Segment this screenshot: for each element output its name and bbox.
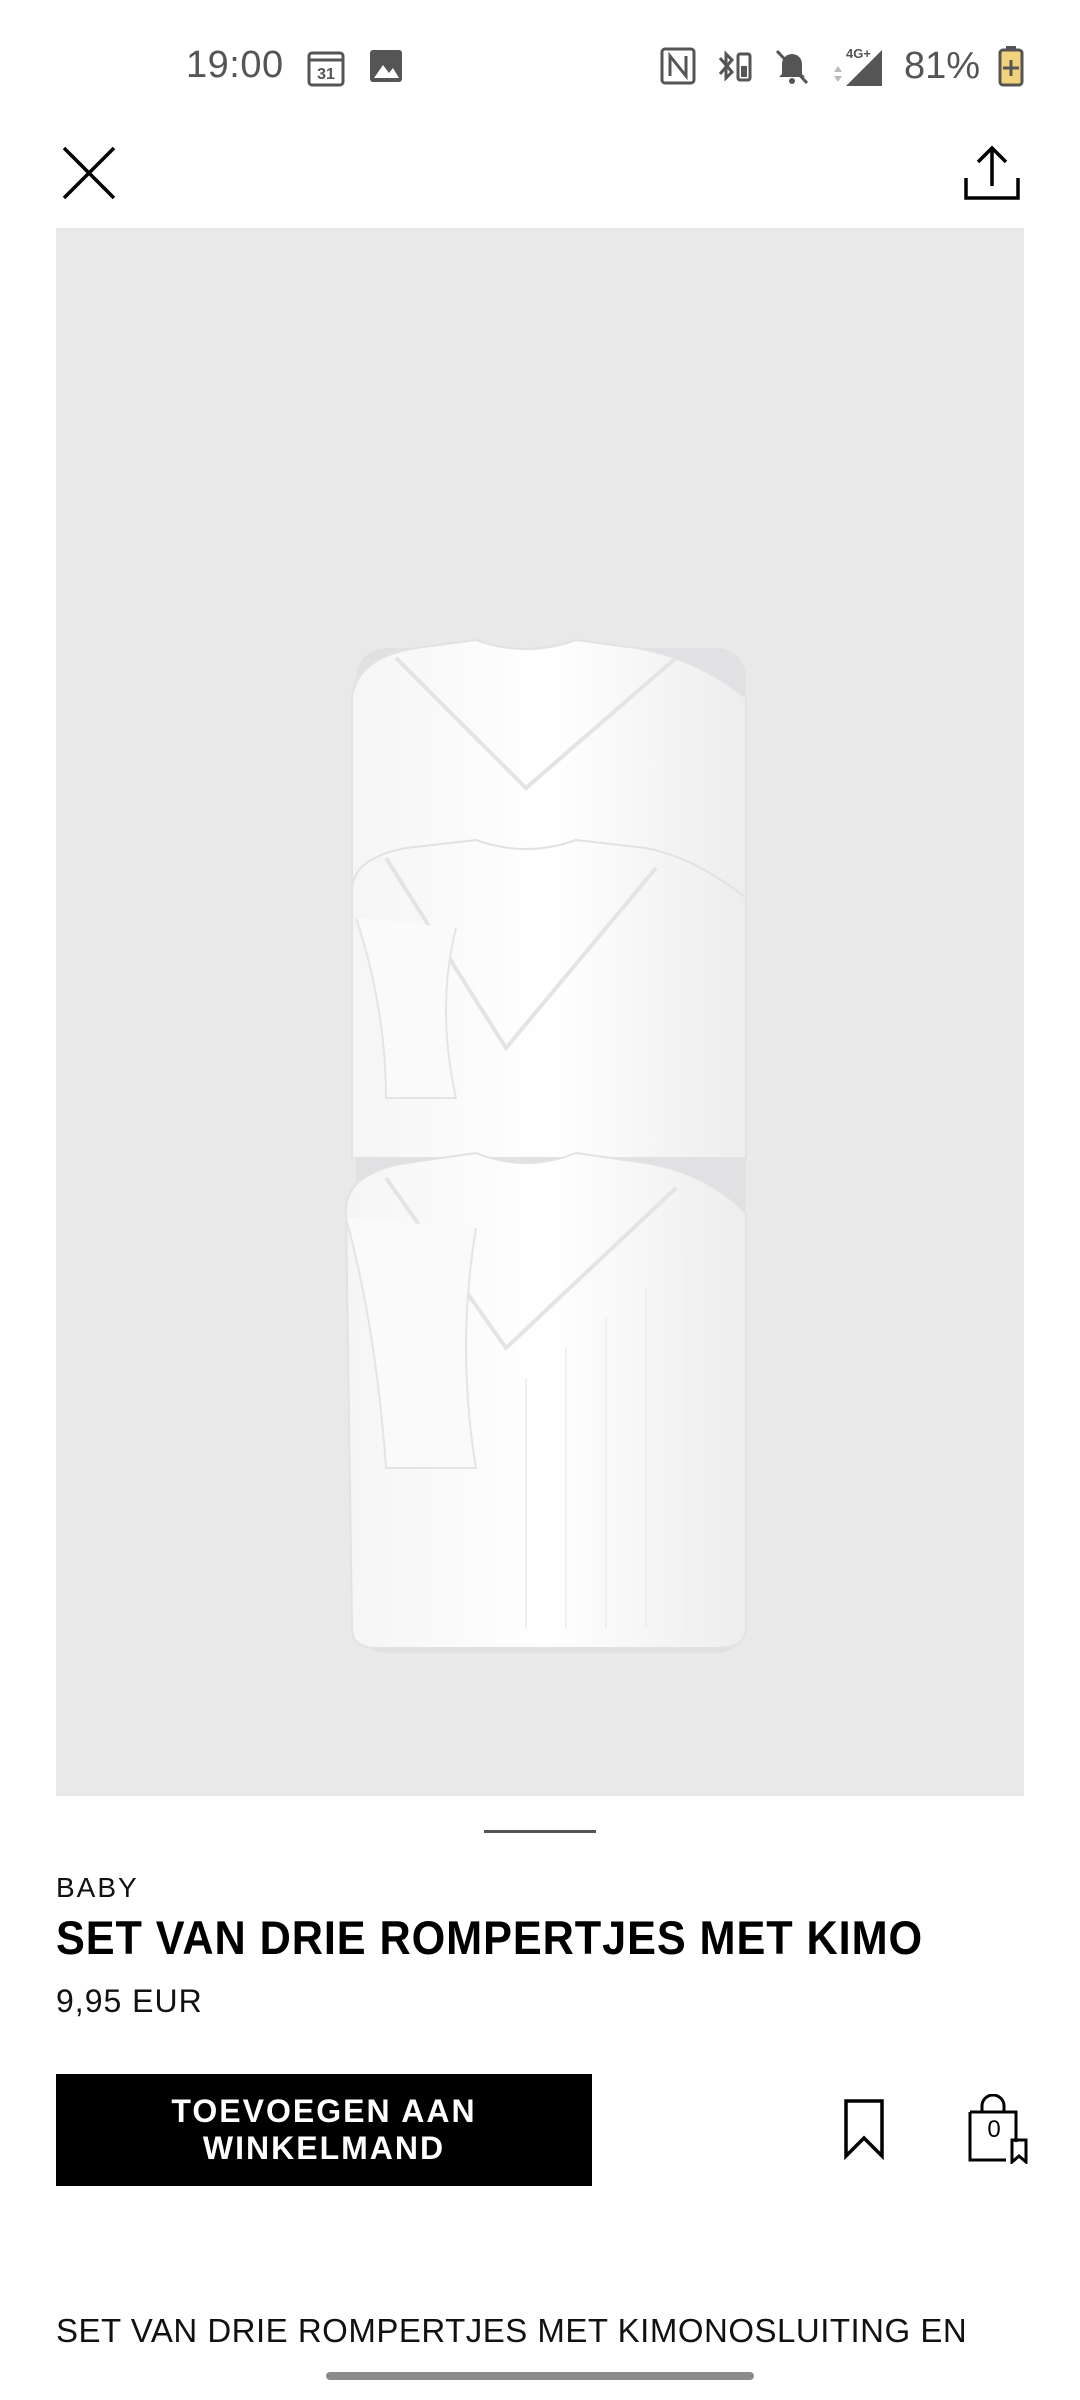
product-detail-screen: 19:00 31 4G+ 81% BABY SET VAN DRIE ROMPE… (0, 0, 1080, 2400)
share-button[interactable] (960, 142, 1024, 206)
home-indicator[interactable] (326, 2372, 754, 2380)
share-icon (964, 145, 1020, 200)
product-price: 9,95 EUR (56, 1983, 203, 2019)
gallery-icon (370, 50, 402, 82)
product-description: SET VAN DRIE ROMPERTJES MET KIMONOSLUITI… (56, 2312, 968, 2349)
close-icon (62, 146, 116, 200)
svg-text:4G+: 4G+ (846, 46, 871, 61)
status-icons-right: 4G+ 81% (660, 44, 1024, 88)
close-button[interactable] (58, 142, 120, 204)
battery-percent: 81% (903, 44, 980, 87)
battery-charging-icon (998, 46, 1024, 87)
add-to-cart-button[interactable]: TOEVOEGEN AAN WINKELMAND (56, 2074, 592, 2186)
nfc-icon (660, 47, 696, 85)
status-time: 19:00 (186, 44, 284, 86)
status-bar: 19:00 31 4G+ 81% (0, 0, 1080, 130)
product-photo-rompers (344, 638, 747, 1653)
product-category: BABY (56, 1872, 139, 1903)
product-image-gallery[interactable] (56, 228, 1024, 1796)
calendar-icon: 31 (307, 51, 345, 87)
sheet-handle[interactable] (484, 1830, 596, 1833)
bookmark-button[interactable] (842, 2098, 886, 2160)
cart-button[interactable]: 0 (966, 2093, 1028, 2166)
bluetooth-battery-icon (718, 50, 752, 82)
product-title: SET VAN DRIE ROMPERTJES MET KIMON… (56, 1911, 921, 1964)
bookmark-icon (844, 2099, 884, 2160)
signal-icon: 4G+ (833, 46, 882, 86)
svg-text:31: 31 (317, 66, 335, 83)
cart-count: 0 (987, 2116, 1001, 2143)
mute-icon (775, 49, 809, 85)
